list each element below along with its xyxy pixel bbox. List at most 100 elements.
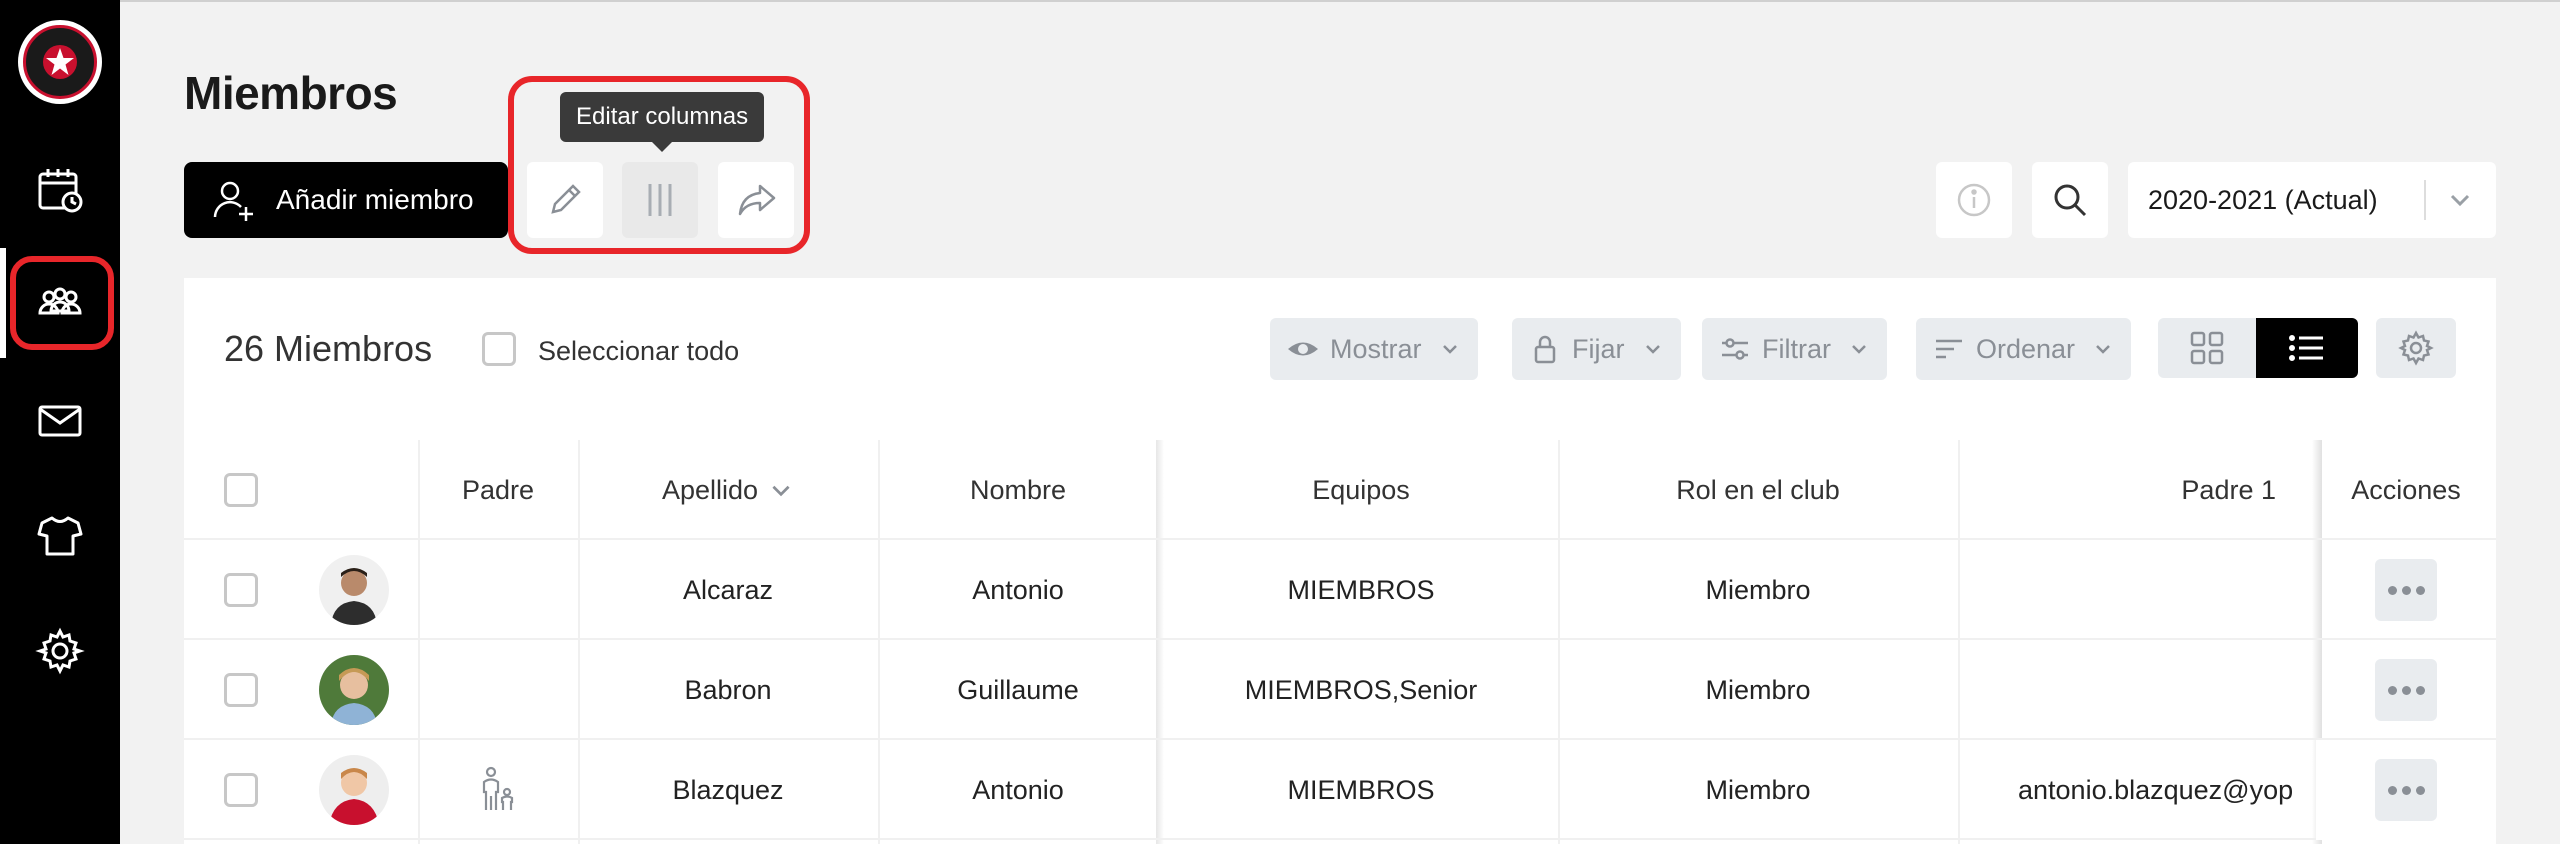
nav-settings[interactable] [0,601,120,701]
padre1-cell [1958,640,2312,740]
chevron-down-icon [1645,345,1660,354]
nombre-cell: Antonio [972,774,1064,805]
list-view-button[interactable] [2256,318,2358,378]
search-icon [2054,184,2087,217]
actions-cell [2316,540,2496,640]
sliders-icon [1722,338,1748,360]
avatar [319,655,389,725]
lock-icon [1534,335,1556,364]
padre-cell [418,540,578,640]
info-icon [1957,183,1991,217]
col-header-rol[interactable]: Rol en el club [1558,440,1958,540]
season-select[interactable]: 2020-2021 (Actual) [2128,162,2496,238]
season-value: 2020-2021 (Actual) [2148,184,2378,215]
row-checkbox[interactable] [224,673,258,707]
club-logo[interactable] [18,20,102,104]
filter-dropdown[interactable]: Filtrar [1702,318,1887,380]
nombre-cell: Guillaume [957,674,1079,705]
chevron-down-icon [1442,345,1457,354]
table-row[interactable]: Blazquez Antonio MIEMBROS Miembro antoni… [184,740,2496,840]
sort-label: Ordenar [1976,333,2076,364]
show-label: Mostrar [1330,333,1422,364]
padre1-cell [1958,540,2312,640]
club-logo-badge [23,25,97,99]
sort-dropdown[interactable]: Ordenar [1916,318,2132,380]
row-checkbox-cell [224,740,258,840]
equipos-cell: MIEMBROS [1287,774,1435,805]
padre1-cell: antonio.blazquez@yop [2018,774,2294,805]
col-header-padre[interactable]: Padre [418,440,578,540]
actions-cell [2316,740,2496,840]
rol-cell: Miembro [1705,774,1811,805]
info-button[interactable] [1936,162,2012,238]
chevron-down-icon [2096,345,2110,354]
more-actions-button[interactable] [2375,559,2437,621]
table-settings-button[interactable] [2376,318,2456,378]
top-border [0,0,2560,2]
pin-label: Fijar [1572,333,1625,364]
members-nav-highlight [10,256,114,350]
chevron-down-icon [1852,345,1866,354]
col-header-apellido-label: Apellido [661,474,759,505]
members-panel: 26 Miembros Seleccionar todo Mostrar Fij… [184,278,2496,844]
parent-child-icon [482,766,514,810]
padre-cell [418,640,578,740]
more-actions-button[interactable] [2375,759,2437,821]
grid-icon [2190,331,2224,365]
pin-dropdown[interactable]: Fijar [1512,318,1681,380]
row-checkbox[interactable] [224,773,258,807]
equipos-cell: MIEMBROS,Senior [1244,674,1478,705]
avatar [319,755,389,825]
header-checkbox[interactable] [224,473,258,507]
jersey-icon [37,516,83,556]
select-all-checkbox[interactable] [482,332,516,366]
table-header-row: Padre Apellido Nombre Equipos Rol en el … [184,440,2496,540]
avatar-cell [304,640,404,740]
col-header-padre1[interactable]: Padre 1 [1958,440,2312,540]
row-checkbox-cell [224,640,258,740]
avatar-cell [304,740,404,840]
chevron-down-icon [2450,194,2470,207]
avatar [319,555,389,625]
page-title: Miembros [184,67,398,119]
gear-icon [2398,330,2434,366]
grid-view-button[interactable] [2158,318,2256,378]
add-member-button[interactable]: Añadir miembro [184,162,508,238]
list-icon [2289,335,2323,361]
equipos-cell: MIEMBROS [1287,574,1435,605]
table-row[interactable]: Alcaraz Antonio MIEMBROS Miembro [184,540,2496,640]
settings-icon [35,627,85,675]
season-divider [2424,180,2426,220]
col-header-equipos[interactable]: Equipos [1164,440,1558,540]
more-actions-button[interactable] [2375,659,2437,721]
search-button[interactable] [2032,162,2108,238]
col-header-apellido[interactable]: Apellido [578,440,878,540]
rol-cell: Miembro [1705,674,1811,705]
add-member-label: Añadir miembro [276,184,474,215]
padre-cell [418,740,578,840]
col-header-nombre[interactable]: Nombre [878,440,1158,540]
sidebar [0,0,120,844]
sort-icon [1936,339,1962,359]
table-row[interactable]: Babron Guillaume MIEMBROS,Senior Miembro [184,640,2496,740]
row-checkbox-cell [224,540,258,640]
row-checkbox[interactable] [224,573,258,607]
star-icon [43,45,77,79]
select-all-label: Seleccionar todo [538,336,740,366]
member-count: 26 Miembros [224,328,433,369]
apellido-cell: Babron [684,674,772,705]
nav-equipment[interactable] [0,486,120,586]
show-dropdown[interactable]: Mostrar [1270,318,1478,380]
sort-desc-icon [772,485,790,497]
edit-columns-tooltip: Editar columnas [560,92,765,152]
nav-calendar[interactable] [0,140,120,240]
view-toggle [2158,318,2358,378]
nav-messages[interactable] [0,371,120,471]
avatar-cell [304,540,404,640]
mail-icon [38,405,82,437]
apellido-cell: Blazquez [672,774,784,805]
filter-label: Filtrar [1762,333,1831,364]
apellido-cell: Alcaraz [682,574,774,605]
rol-cell: Miembro [1705,574,1811,605]
nombre-cell: Antonio [972,574,1064,605]
